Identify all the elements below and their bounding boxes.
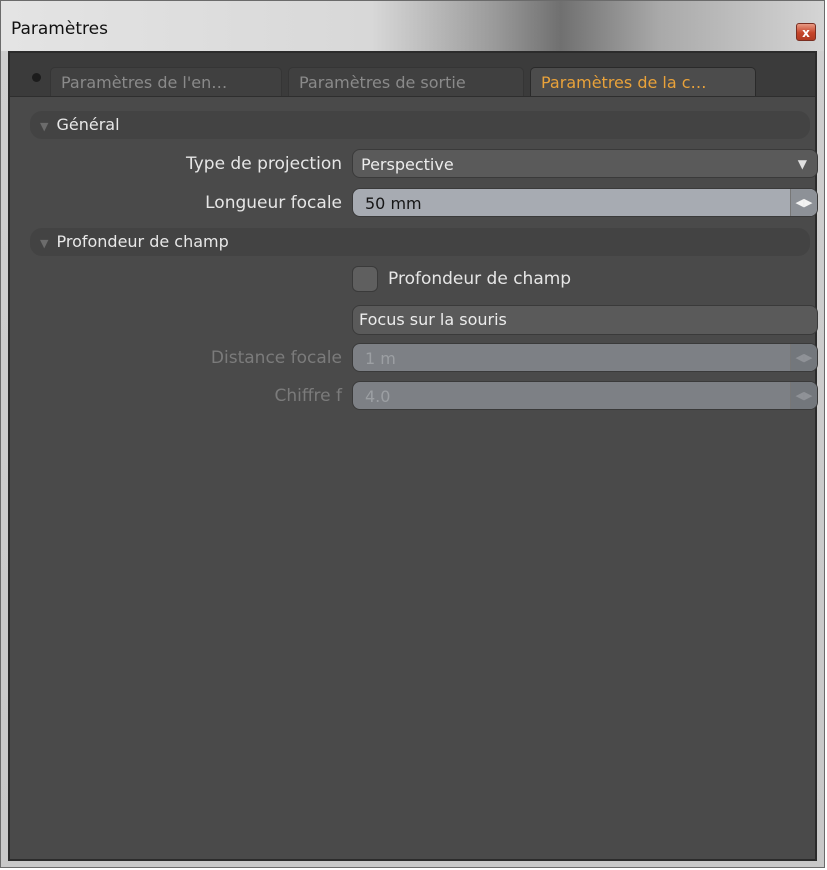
settings-window: Paramètres x Paramètres de l'en… Paramèt… — [0, 0, 825, 868]
depth-of-field-checkbox[interactable] — [352, 266, 378, 292]
section-general-title: Général — [56, 115, 120, 134]
collapse-triangle-icon[interactable]: ▼ — [40, 237, 48, 250]
focal-length-value: 50 mm — [365, 194, 422, 213]
section-dof-title: Profondeur de champ — [56, 232, 229, 251]
fstop-label: Chiffre f — [274, 386, 342, 406]
section-general-header[interactable]: ▼ Général — [30, 111, 810, 139]
focus-on-mouse-button[interactable]: Focus sur la souris — [352, 305, 818, 335]
focal-length-label: Longueur focale — [205, 193, 342, 213]
drag-spinner-icon[interactable]: ◀▶ — [790, 189, 817, 216]
collapse-triangle-icon[interactable]: ▼ — [40, 120, 48, 133]
tab-menu-icon[interactable] — [32, 73, 41, 82]
tab-output[interactable]: Paramètres de sortie — [288, 67, 524, 96]
focal-length-field[interactable]: 50 mm ◀▶ — [352, 188, 818, 217]
fstop-field: 4.0 ◀▶ — [352, 381, 818, 410]
tab-bar: Paramètres de l'en… Paramètres de sortie… — [10, 53, 815, 97]
drag-spinner-icon: ◀▶ — [790, 344, 817, 371]
focal-distance-value: 1 m — [365, 349, 396, 368]
drag-spinner-icon: ◀▶ — [790, 382, 817, 409]
projection-type-select[interactable]: Perspective ▼ — [352, 149, 818, 178]
window-title: Paramètres — [11, 19, 108, 39]
projection-type-value: Perspective — [361, 155, 454, 174]
focal-distance-label: Distance focale — [210, 348, 342, 368]
section-depth-of-field-header[interactable]: ▼ Profondeur de champ — [30, 228, 810, 256]
projection-type-label: Type de projection — [185, 154, 342, 174]
fstop-value: 4.0 — [365, 387, 391, 406]
tab-camera[interactable]: Paramètres de la c… — [530, 67, 756, 96]
panel-client: Paramètres de l'en… Paramètres de sortie… — [8, 51, 818, 861]
focal-distance-field: 1 m ◀▶ — [352, 343, 818, 372]
tab-environment[interactable]: Paramètres de l'en… — [50, 67, 282, 96]
chevron-down-icon: ▼ — [797, 157, 807, 171]
depth-of-field-checkbox-label[interactable]: Profondeur de champ — [388, 265, 571, 293]
close-button[interactable]: x — [796, 23, 816, 41]
title-bar[interactable]: Paramètres x — [1, 1, 824, 51]
